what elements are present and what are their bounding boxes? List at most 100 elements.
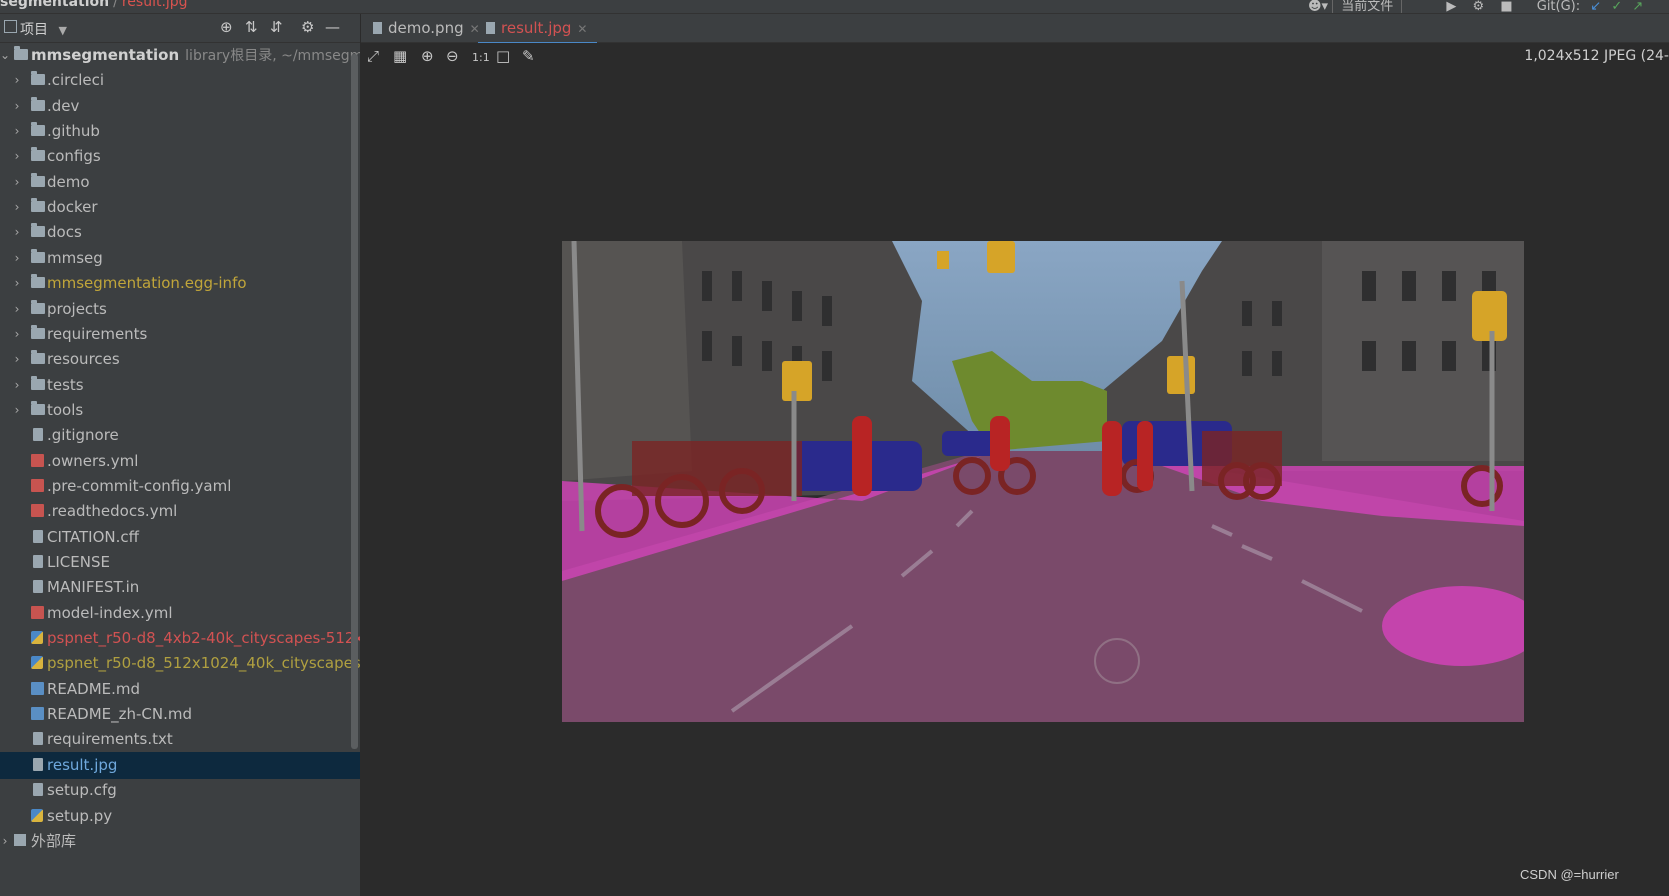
- expand-all-icon[interactable]: ⇅: [245, 18, 258, 36]
- tree-folder-tests[interactable]: › tests: [0, 372, 360, 399]
- tree-file-pspnet-r50-d8-4xb2-40k-cityscapes-512x102[interactable]: pspnet_r50-d8_4xb2-40k_cityscapes-512x10…: [0, 625, 360, 652]
- tree-root[interactable]: ⌄ mmsegmentation library根目录, ~/mmsegmer: [0, 42, 360, 69]
- tree-folder-mmsegmentation-egg-info[interactable]: › mmsegmentation.egg-info: [0, 270, 360, 297]
- chevron-right-icon[interactable]: ›: [12, 372, 22, 399]
- tree-item-label: .readthedocs.yml: [47, 502, 178, 521]
- tree-item-label: demo: [47, 172, 90, 191]
- tree-file-setup-py[interactable]: setup.py: [0, 803, 360, 830]
- tree-item-label: setup.py: [47, 806, 113, 825]
- chevron-right-icon[interactable]: ›: [12, 93, 22, 120]
- tree-file-pspnet-r50-d8-512x1024-40k-cityscapes-20[interactable]: pspnet_r50-d8_512x1024_40k_cityscapes_20: [0, 650, 360, 677]
- tree-item-label: tests: [47, 375, 84, 394]
- gear-icon[interactable]: ⚙: [301, 18, 314, 36]
- folder-icon: [31, 96, 45, 111]
- tree-folder-circleci[interactable]: › .circleci: [0, 67, 360, 94]
- segmentation-image: [562, 241, 1524, 722]
- watermark: CSDN @=hurrier: [1520, 867, 1619, 882]
- bicycle-rack-right: [1202, 431, 1282, 486]
- debug-icon[interactable]: ⚙: [1473, 0, 1485, 13]
- zoom-in-icon[interactable]: ⊕: [421, 47, 434, 65]
- chevron-right-icon[interactable]: ›: [12, 346, 22, 373]
- chevron-right-icon[interactable]: ›: [12, 194, 22, 221]
- chevron-right-icon[interactable]: ›: [12, 219, 22, 246]
- user-icon[interactable]: ☻▾: [1308, 0, 1328, 13]
- tree-file-gitignore[interactable]: .gitignore: [0, 422, 360, 449]
- tree-folder-demo[interactable]: › demo: [0, 169, 360, 196]
- folder-icon: [31, 350, 45, 365]
- grid-icon[interactable]: ▦: [393, 47, 407, 65]
- chevron-right-icon[interactable]: ›: [12, 67, 22, 94]
- hide-icon[interactable]: —: [325, 18, 340, 36]
- fit-zoom-icon[interactable]: ⤢: [367, 47, 379, 65]
- actual-size-icon[interactable]: 1:1: [472, 49, 490, 67]
- chevron-right-icon[interactable]: ›: [12, 397, 22, 424]
- tree-folder-docs[interactable]: › docs: [0, 219, 360, 246]
- chevron-right-icon[interactable]: ›: [12, 296, 22, 323]
- tree-folder-dev[interactable]: › .dev: [0, 93, 360, 120]
- external-libraries-label: 外部库: [31, 831, 77, 850]
- panel-scrollbar[interactable]: [351, 54, 358, 749]
- tree-file-requirements-txt[interactable]: requirements.txt: [0, 726, 360, 753]
- tree-folder-resources[interactable]: › resources: [0, 346, 360, 373]
- chevron-right-icon[interactable]: ›: [12, 118, 22, 145]
- tree-file-readthedocs-yml[interactable]: .readthedocs.yml: [0, 498, 360, 525]
- project-panel-title[interactable]: 项目 ▼: [20, 19, 67, 39]
- tree-file-license[interactable]: LICENSE: [0, 549, 360, 576]
- tree-folder-configs[interactable]: › configs: [0, 143, 360, 170]
- git-push-icon[interactable]: ↗: [1632, 0, 1643, 13]
- tree-file-manifest-in[interactable]: MANIFEST.in: [0, 574, 360, 601]
- tree-item-label: docs: [47, 223, 82, 242]
- chevron-right-icon[interactable]: ›: [12, 321, 22, 348]
- tree-folder-mmseg[interactable]: › mmseg: [0, 245, 360, 272]
- chevron-right-icon[interactable]: ›: [12, 245, 22, 272]
- file-icon: [33, 555, 43, 568]
- folder-icon: [31, 223, 45, 238]
- color-picker-icon[interactable]: ✎: [522, 47, 535, 65]
- tree-file-citation-cff[interactable]: CITATION.cff: [0, 524, 360, 551]
- close-icon[interactable]: ✕: [577, 22, 587, 36]
- tree-file-readme-zh-cn-md[interactable]: README_zh-CN.md: [0, 701, 360, 728]
- collapse-all-icon[interactable]: ⇵: [270, 18, 283, 36]
- zoom-out-icon[interactable]: ⊖: [446, 47, 459, 65]
- tree-file-owners-yml[interactable]: .owners.yml: [0, 448, 360, 475]
- folder-icon: [31, 172, 45, 187]
- tree-file-model-index-yml[interactable]: model-index.yml: [0, 600, 360, 627]
- folder-icon: [31, 248, 45, 263]
- file-icon: [33, 428, 43, 442]
- tree-item-label: setup.cfg: [47, 781, 117, 800]
- tab-result-jpg[interactable]: result.jpg ✕: [478, 14, 598, 45]
- tree-file-readme-md[interactable]: README.md: [0, 676, 360, 703]
- image-viewport[interactable]: [361, 70, 1669, 896]
- chevron-right-icon[interactable]: ›: [12, 270, 22, 297]
- file-icon: [33, 732, 43, 746]
- stop-icon[interactable]: ■: [1500, 0, 1512, 13]
- folder-icon: [31, 400, 45, 415]
- tab-demo-png[interactable]: demo.png ✕: [373, 14, 480, 42]
- chevron-right-icon[interactable]: ›: [12, 143, 22, 170]
- git-commit-icon[interactable]: ✓: [1611, 0, 1622, 13]
- tree-file-pre-commit-config-yaml[interactable]: .pre-commit-config.yaml: [0, 473, 360, 500]
- chevron-right-icon[interactable]: ›: [0, 828, 10, 855]
- tree-external-libraries[interactable]: › 外部库: [0, 828, 360, 855]
- chevron-down-icon[interactable]: ⌄: [0, 42, 10, 69]
- tree-folder-docker[interactable]: › docker: [0, 194, 360, 221]
- run-config-dropdown[interactable]: 当前文件: [1332, 0, 1403, 13]
- tree-folder-github[interactable]: › .github: [0, 118, 360, 145]
- breadcrumb-project[interactable]: segmentation: [0, 0, 109, 10]
- locate-icon[interactable]: ⊕: [220, 18, 233, 36]
- breadcrumb-file[interactable]: result.jpg: [122, 0, 188, 10]
- tree-folder-requirements[interactable]: › requirements: [0, 321, 360, 348]
- tree-file-setup-cfg[interactable]: setup.cfg: [0, 777, 360, 804]
- folder-icon: [31, 147, 45, 162]
- chevron-right-icon[interactable]: ›: [12, 169, 22, 196]
- tree-item-label: .github: [47, 122, 100, 141]
- folder-icon: [31, 375, 45, 390]
- git-update-icon[interactable]: ↙: [1590, 0, 1601, 13]
- python-file-icon: [31, 808, 43, 822]
- tree-folder-projects[interactable]: › projects: [0, 296, 360, 323]
- tree-item-label: requirements: [47, 324, 148, 343]
- run-icon[interactable]: ▶: [1446, 0, 1456, 13]
- fit-window-icon[interactable]: □: [496, 47, 510, 65]
- tree-file-result-jpg[interactable]: result.jpg: [0, 751, 360, 779]
- tree-folder-tools[interactable]: › tools: [0, 397, 360, 424]
